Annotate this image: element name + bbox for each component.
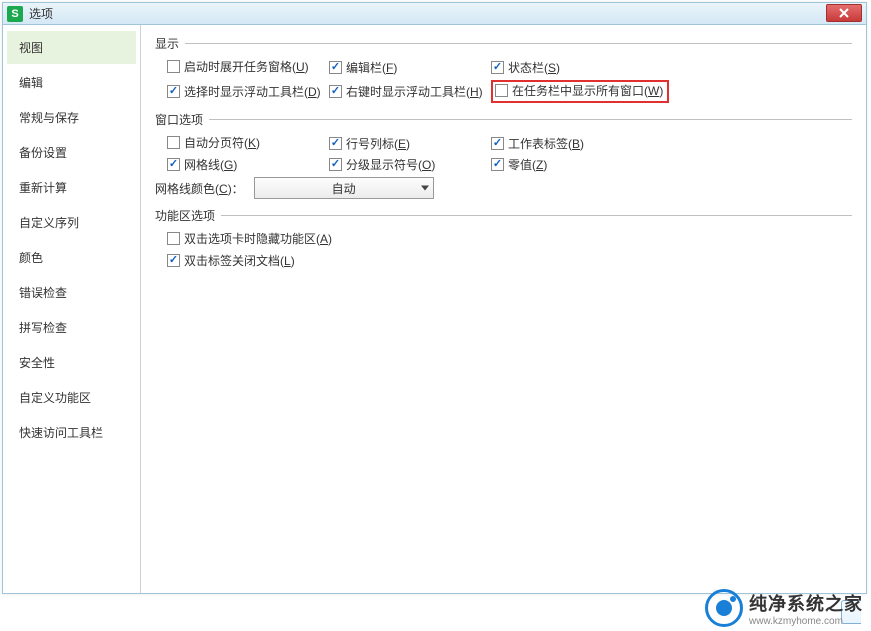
checkbox-双击选项卡时隐藏功能区[interactable]: 双击选项卡时隐藏功能区(A) [167,230,332,247]
options-dialog: S 选项 视图编辑常规与保存备份设置重新计算自定义序列颜色错误检查拼写检查安全性… [2,2,867,594]
chevron-down-icon [421,186,429,191]
combo-value: 自动 [332,180,356,197]
checkbox-box [491,137,504,150]
sidebar-item-2[interactable]: 常规与保存 [7,101,136,134]
sidebar-item-8[interactable]: 拼写检查 [7,311,136,344]
checkbox-网格线[interactable]: 网格线(G) [167,156,237,173]
group-title: 显示 [155,35,179,52]
checkbox-选择时显示浮动工具栏[interactable]: 选择时显示浮动工具栏(D) [167,83,321,100]
sidebar-item-7[interactable]: 错误检查 [7,276,136,309]
titlebar: S 选项 [3,3,866,25]
close-button[interactable] [826,4,862,22]
checkbox-box [329,158,342,171]
checkbox-label: 右键时显示浮动工具栏(H) [346,83,483,100]
checkbox-label: 分级显示符号(O) [346,156,435,173]
checkbox-label: 启动时展开任务窗格(U) [184,58,309,75]
option-row: 双击标签关闭文档(L) [167,252,852,269]
checkbox-box [329,85,342,98]
checkbox-label: 自动分页符(K) [184,134,260,151]
group-title: 功能区选项 [155,207,215,224]
checkbox-box [167,254,180,267]
checkbox-box [167,60,180,73]
watermark-icon [705,589,743,627]
option-row: 自动分页符(K) 行号列标(E) 工作表标签(B) [167,134,852,152]
dialog-title: 选项 [29,5,53,22]
checkbox-行号列标[interactable]: 行号列标(E) [329,135,410,152]
group-display: 显示 启动时展开任务窗格(U) 编辑栏(F) 状态栏(S) 选择时显示浮动工具栏(D)… [155,35,852,103]
sidebar-item-4[interactable]: 重新计算 [7,171,136,204]
group-ribbon: 功能区选项 双击选项卡时隐藏功能区(A) 双击标签关闭文档(L) [155,207,852,269]
checkbox-label: 网格线(G) [184,156,237,173]
sidebar-item-9[interactable]: 安全性 [7,346,136,379]
checkbox-box [495,84,508,97]
checkbox-工作表标签[interactable]: 工作表标签(B) [491,135,584,152]
checkbox-label: 状态栏(S) [508,59,560,76]
app-icon: S [7,6,23,22]
checkbox-box [167,85,180,98]
checkbox-label: 在任务栏中显示所有窗口(W) [512,82,663,99]
checkbox-双击标签关闭文档[interactable]: 双击标签关闭文档(L) [167,252,295,269]
watermark-title: 纯净系统之家 [749,590,863,616]
sidebar-item-3[interactable]: 备份设置 [7,136,136,169]
checkbox-label: 行号列标(E) [346,135,410,152]
checkbox-编辑栏[interactable]: 编辑栏(F) [329,59,397,76]
gridcolor-row: 网格线颜色(C)： 自动 [155,177,852,199]
sidebar-item-1[interactable]: 编辑 [7,66,136,99]
group-ribbon-items: 双击选项卡时隐藏功能区(A) 双击标签关闭文档(L) [155,230,852,269]
checkbox-label: 双击选项卡时隐藏功能区(A) [184,230,332,247]
gridcolor-label: 网格线颜色(C)： [155,180,244,197]
group-window-items: 自动分页符(K) 行号列标(E) 工作表标签(B) 网格线(G) 分级显示符号(O) 零值… [155,134,852,173]
group-title: 窗口选项 [155,111,203,128]
sidebar-item-5[interactable]: 自定义序列 [7,206,136,239]
option-row: 选择时显示浮动工具栏(D) 右键时显示浮动工具栏(H) 在任务栏中显示所有窗口(W) [167,80,852,103]
option-row: 启动时展开任务窗格(U) 编辑栏(F) 状态栏(S) [167,58,852,76]
checkbox-box [329,137,342,150]
group-display-items: 启动时展开任务窗格(U) 编辑栏(F) 状态栏(S) 选择时显示浮动工具栏(D) 右键时… [155,58,852,103]
group-window: 窗口选项 自动分页符(K) 行号列标(E) 工作表标签(B) 网格线(G) 分级显示符号… [155,111,852,199]
dialog-body: 视图编辑常规与保存备份设置重新计算自定义序列颜色错误检查拼写检查安全性自定义功能… [3,25,866,593]
option-row: 双击选项卡时隐藏功能区(A) [167,230,852,248]
checkbox-右键时显示浮动工具栏[interactable]: 右键时显示浮动工具栏(H) [329,83,483,100]
checkbox-在任务栏中显示所有窗口[interactable]: 在任务栏中显示所有窗口(W) [495,82,663,99]
sidebar: 视图编辑常规与保存备份设置重新计算自定义序列颜色错误检查拼写检查安全性自定义功能… [3,25,141,593]
watermark: 纯净系统之家 www.kzmyhome.com [705,589,863,627]
watermark-url: www.kzmyhome.com [749,616,863,627]
checkbox-box [167,232,180,245]
sidebar-item-0[interactable]: 视图 [7,31,136,64]
checkbox-box [167,136,180,149]
checkbox-状态栏[interactable]: 状态栏(S) [491,59,560,76]
content-panel: 显示 启动时展开任务窗格(U) 编辑栏(F) 状态栏(S) 选择时显示浮动工具栏(D)… [141,25,866,593]
highlighted-option: 在任务栏中显示所有窗口(W) [491,80,669,103]
checkbox-box [329,61,342,74]
checkbox-label: 工作表标签(B) [508,135,584,152]
gridcolor-combo[interactable]: 自动 [254,177,434,199]
sidebar-item-11[interactable]: 快速访问工具栏 [7,416,136,449]
option-row: 网格线(G) 分级显示符号(O) 零值(Z) [167,156,852,173]
sidebar-item-6[interactable]: 颜色 [7,241,136,274]
checkbox-box [491,158,504,171]
close-icon [839,8,849,18]
checkbox-自动分页符[interactable]: 自动分页符(K) [167,134,260,151]
checkbox-分级显示符号[interactable]: 分级显示符号(O) [329,156,435,173]
checkbox-label: 选择时显示浮动工具栏(D) [184,83,321,100]
checkbox-零值[interactable]: 零值(Z) [491,156,547,173]
checkbox-label: 双击标签关闭文档(L) [184,252,295,269]
checkbox-label: 零值(Z) [508,156,547,173]
checkbox-box [167,158,180,171]
checkbox-启动时展开任务窗格[interactable]: 启动时展开任务窗格(U) [167,58,309,75]
checkbox-box [491,61,504,74]
sidebar-item-10[interactable]: 自定义功能区 [7,381,136,414]
checkbox-label: 编辑栏(F) [346,59,397,76]
